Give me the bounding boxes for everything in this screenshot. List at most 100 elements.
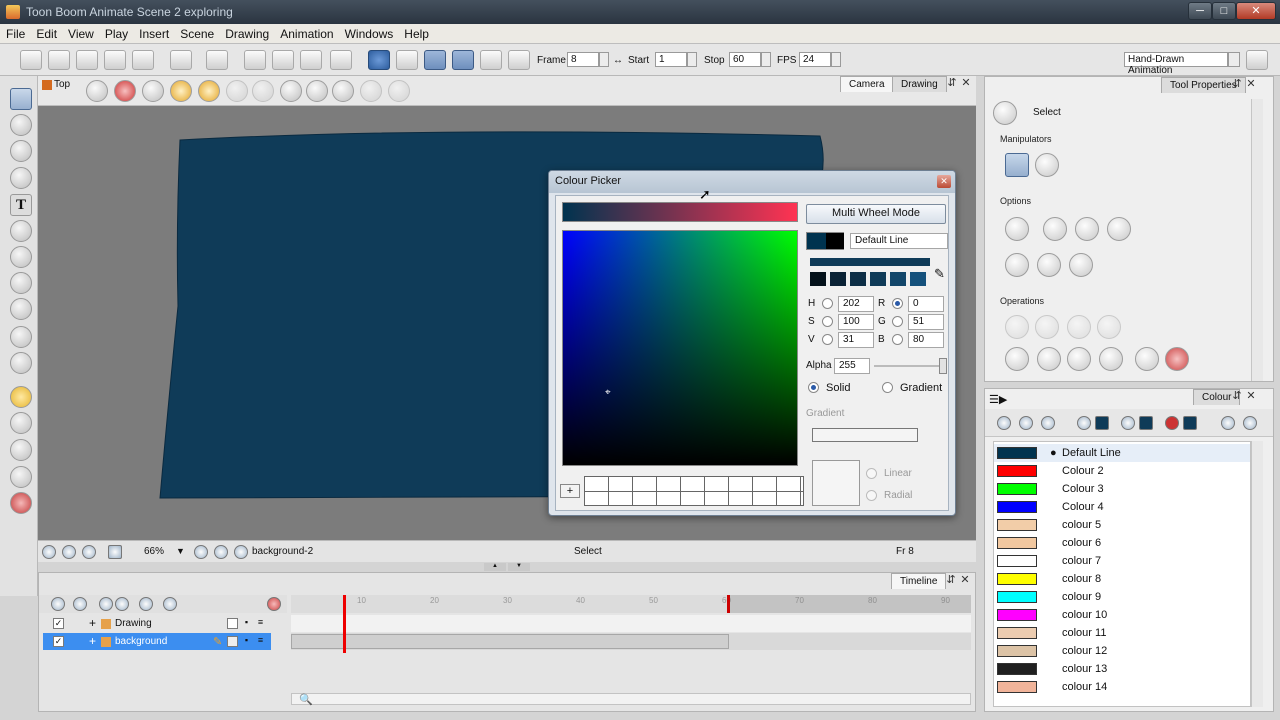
paste-icon[interactable] xyxy=(300,50,322,70)
lock-icon[interactable]: ▪ xyxy=(241,636,252,647)
brush-tool-icon[interactable] xyxy=(10,140,32,162)
swatch-list[interactable]: ● Default Line Colour 2 Colour 3 Colour 4… xyxy=(993,441,1251,707)
fps-spinner[interactable] xyxy=(831,52,841,67)
gradient-radio[interactable] xyxy=(882,382,893,393)
layer-name[interactable]: Drawing xyxy=(115,618,152,629)
layer-properties-icon[interactable] xyxy=(139,597,153,611)
panel-menu-icon[interactable]: ⇵ xyxy=(1231,79,1243,91)
stop-render-icon[interactable] xyxy=(508,50,530,70)
alpha-slider-track[interactable] xyxy=(874,365,944,367)
tab-camera[interactable]: Camera xyxy=(840,76,894,92)
zoom-level[interactable]: 66% xyxy=(144,546,164,557)
green-radio[interactable] xyxy=(892,316,903,327)
workspace-select[interactable]: Hand-Drawn Animation xyxy=(1124,52,1228,76)
remove-layer-icon[interactable] xyxy=(115,597,129,611)
saturation-field[interactable]: 100 xyxy=(838,314,874,330)
layer-icon[interactable] xyxy=(234,545,248,559)
swatch-row[interactable]: colour 13 xyxy=(994,660,1250,678)
import-icon[interactable] xyxy=(132,50,154,70)
onion-skin-icon[interactable] xyxy=(114,80,136,102)
swatch-row[interactable]: colour 11 xyxy=(994,624,1250,642)
menu-scene[interactable]: Scene xyxy=(174,24,219,41)
shade-swatch[interactable] xyxy=(810,272,826,286)
alpha-field[interactable]: 255 xyxy=(834,358,870,374)
menu-file[interactable]: File xyxy=(0,24,30,41)
menu-play[interactable]: Play xyxy=(99,24,133,41)
alpha-slider-thumb[interactable] xyxy=(939,358,947,374)
swatch-row[interactable]: Colour 4 xyxy=(994,498,1250,516)
frame-field[interactable]: 8 xyxy=(567,52,599,67)
current-colour-icon[interactable] xyxy=(1095,416,1109,430)
pencil-tool-icon[interactable] xyxy=(10,167,32,189)
green-field[interactable]: 51 xyxy=(908,314,944,330)
saturation-radio[interactable] xyxy=(822,316,833,327)
menu-help[interactable]: Help xyxy=(398,24,434,41)
snap-grid-icon[interactable] xyxy=(1075,217,1099,241)
colour-name-field[interactable]: Default Line xyxy=(850,233,948,249)
shade-swatch[interactable] xyxy=(890,272,906,286)
line-tool-icon[interactable] xyxy=(10,272,32,294)
grid-icon[interactable] xyxy=(86,80,108,102)
swatch-row[interactable]: colour 12 xyxy=(994,642,1250,660)
zoom-icon[interactable]: 🔍 xyxy=(299,693,313,706)
red-field[interactable]: 0 xyxy=(908,296,944,312)
workspace-manager-icon[interactable] xyxy=(1246,50,1268,70)
snap-align-icon[interactable] xyxy=(1107,217,1131,241)
colour-cells[interactable] xyxy=(584,476,804,506)
onion-range-icon[interactable] xyxy=(267,597,281,611)
show-all-icon[interactable] xyxy=(51,597,65,611)
paint-icon[interactable] xyxy=(1165,416,1179,430)
permanent-selection-icon[interactable] xyxy=(1005,253,1029,277)
flip-vertical-icon[interactable] xyxy=(388,80,410,102)
contour-editor-icon[interactable] xyxy=(10,114,32,136)
palette-icon[interactable] xyxy=(1041,416,1055,430)
snap-contour-icon[interactable] xyxy=(1043,217,1067,241)
loop-icon[interactable] xyxy=(396,50,418,70)
dialog-titlebar[interactable]: Colour Picker ✕ xyxy=(549,171,955,193)
rotate-icon[interactable] xyxy=(252,80,274,102)
fit-view-icon[interactable] xyxy=(332,80,354,102)
flip-vertical-icon[interactable] xyxy=(1035,315,1059,339)
layer-row[interactable]: ✓ + Drawing ▪ ≡ xyxy=(43,615,271,632)
layer-lock-icon[interactable] xyxy=(227,636,238,647)
fill-colour-icon[interactable] xyxy=(1139,416,1153,430)
zoom-dropdown-icon[interactable]: ▼ xyxy=(176,546,185,556)
transform-tool-icon[interactable] xyxy=(10,386,32,408)
ink-tool-icon[interactable] xyxy=(10,326,32,348)
sound-icon[interactable] xyxy=(424,50,446,70)
panel-menu-icon[interactable]: ⇵ xyxy=(1231,391,1243,403)
swatch-row[interactable]: Colour 3 xyxy=(994,480,1250,498)
layer-color-icon[interactable]: ≡ xyxy=(255,636,266,647)
solid-radio[interactable] xyxy=(808,382,819,393)
pencil-icon[interactable] xyxy=(1121,416,1135,430)
save-as-icon[interactable] xyxy=(104,50,126,70)
swatch-row[interactable]: colour 6 xyxy=(994,534,1250,552)
copy-icon[interactable] xyxy=(272,50,294,70)
timeline-close-icon[interactable]: ✕ xyxy=(959,575,971,587)
optimize-icon[interactable] xyxy=(1037,347,1061,371)
open-scene-icon[interactable] xyxy=(48,50,70,70)
eraser-tool-icon[interactable] xyxy=(10,220,32,242)
playhead[interactable] xyxy=(343,595,346,653)
shade-bar[interactable] xyxy=(810,258,930,266)
dialog-close-icon[interactable]: ✕ xyxy=(937,175,951,188)
flip-horizontal-icon[interactable] xyxy=(1005,315,1029,339)
new-scene-icon[interactable] xyxy=(20,50,42,70)
flip-horizontal-icon[interactable] xyxy=(360,80,382,102)
library-icon[interactable] xyxy=(330,50,352,70)
camera-tool-icon[interactable] xyxy=(10,439,32,461)
swatch-row[interactable]: colour 9 xyxy=(994,588,1250,606)
exposure-block[interactable] xyxy=(291,634,729,649)
render-preview-icon[interactable] xyxy=(480,50,502,70)
menu-view[interactable]: View xyxy=(62,24,99,41)
bone-tool-icon[interactable] xyxy=(10,492,32,514)
layer-lock-icon[interactable] xyxy=(227,618,238,629)
layer-row-selected[interactable]: ✓ + background ✎ ▪ ≡ xyxy=(43,633,271,650)
zoom-reset-icon[interactable] xyxy=(306,80,328,102)
properties-scrollbar[interactable] xyxy=(1251,99,1263,381)
multi-wheel-mode-button[interactable]: Multi Wheel Mode xyxy=(806,204,946,224)
swatch-row[interactable]: Colour 2 xyxy=(994,462,1250,480)
shade-swatch[interactable] xyxy=(830,272,846,286)
hue-radio[interactable] xyxy=(822,298,833,309)
preview-icon[interactable] xyxy=(214,545,228,559)
